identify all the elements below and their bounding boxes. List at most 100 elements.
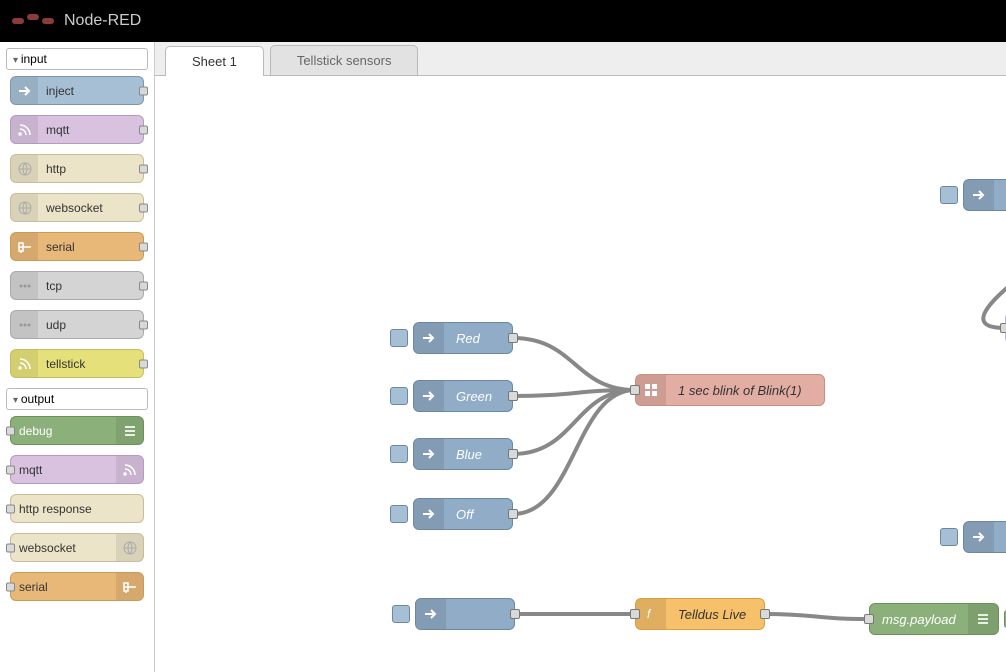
palette-port xyxy=(139,164,148,173)
palette-label: http xyxy=(38,162,143,176)
input-port[interactable] xyxy=(864,614,874,624)
node-label: Blue xyxy=(444,447,512,462)
node-inject-changeip[interactable]: Change IP address xyxy=(963,521,1006,553)
wires-layer xyxy=(155,76,1006,672)
palette-label: serial xyxy=(11,580,116,594)
palette-label: http response xyxy=(11,502,143,516)
palette-node-tcp[interactable]: tcp xyxy=(10,271,144,300)
serial-icon xyxy=(11,233,38,260)
arrow-icon xyxy=(416,599,446,629)
arrow-icon xyxy=(414,381,444,411)
input-port[interactable] xyxy=(630,385,640,395)
header-bar: Node-RED xyxy=(0,0,1006,42)
palette-port xyxy=(139,86,148,95)
node-label: Start IP check xyxy=(994,188,1006,203)
node-inject-green[interactable]: Green xyxy=(413,380,513,412)
palette-category-input[interactable]: input xyxy=(6,48,148,70)
palette-port xyxy=(6,426,15,435)
output-port[interactable] xyxy=(510,609,520,619)
node-function-telldus[interactable]: f Telldus Live xyxy=(635,598,765,630)
palette-node-http[interactable]: http xyxy=(10,154,144,183)
palette-category-output[interactable]: output xyxy=(6,388,148,410)
inject-button[interactable] xyxy=(390,445,408,463)
node-label: Telldus Live xyxy=(666,607,764,622)
rss-icon xyxy=(116,456,143,483)
palette-node-mqtt[interactable]: mqtt xyxy=(10,115,144,144)
tab-tellstick-sensors[interactable]: Tellstick sensors xyxy=(270,45,419,75)
palette-port xyxy=(139,242,148,251)
palette-label: inject xyxy=(38,84,143,98)
palette-node-http-response[interactable]: http response xyxy=(10,494,144,523)
palette-node-debug[interactable]: debug xyxy=(10,416,144,445)
palette-port xyxy=(139,359,148,368)
node-inject-blue[interactable]: Blue xyxy=(413,438,513,470)
node-label: Off xyxy=(444,507,512,522)
node-debug[interactable]: msg.payload xyxy=(869,603,999,635)
palette-node-serial[interactable]: serial xyxy=(10,232,144,261)
palette-label: websocket xyxy=(38,201,143,215)
rss-icon xyxy=(11,350,38,377)
palette-label: mqtt xyxy=(38,123,143,137)
globe-icon xyxy=(116,534,143,561)
palette-port xyxy=(139,320,148,329)
palette-label: tcp xyxy=(38,279,143,293)
palette-label: tellstick xyxy=(38,357,143,371)
output-port[interactable] xyxy=(508,391,518,401)
node-blink[interactable]: 1 sec blink of Blink(1) xyxy=(635,374,825,406)
arrow-icon xyxy=(964,180,994,210)
palette-node-serial[interactable]: serial xyxy=(10,572,144,601)
inject-button[interactable] xyxy=(940,186,958,204)
node-label: Green xyxy=(444,389,512,404)
logo-icon xyxy=(12,18,54,24)
tab-sheet-1[interactable]: Sheet 1 xyxy=(165,46,264,76)
arrow-icon xyxy=(964,522,994,552)
palette-node-tellstick[interactable]: tellstick xyxy=(10,349,144,378)
palette-port xyxy=(6,504,15,513)
inject-button[interactable] xyxy=(390,505,408,523)
input-port[interactable] xyxy=(1000,323,1006,333)
bars-icon xyxy=(116,417,143,444)
palette-node-mqtt[interactable]: mqtt xyxy=(10,455,144,484)
output-port[interactable] xyxy=(508,509,518,519)
output-port[interactable] xyxy=(760,609,770,619)
node-inject-red[interactable]: Red xyxy=(413,322,513,354)
input-port[interactable] xyxy=(630,609,640,619)
workspace-tabs: Sheet 1Tellstick sensors xyxy=(155,42,1006,76)
node-label: 1 sec blink of Blink(1) xyxy=(666,383,824,398)
output-port[interactable] xyxy=(508,333,518,343)
serial-icon xyxy=(116,573,143,600)
inject-button[interactable] xyxy=(390,329,408,347)
inject-button[interactable] xyxy=(940,528,958,546)
inject-button[interactable] xyxy=(390,387,408,405)
arrow-icon xyxy=(414,439,444,469)
palette-port xyxy=(6,465,15,474)
palette-node-websocket[interactable]: websocket xyxy=(10,533,144,562)
palette-port xyxy=(139,203,148,212)
palette-label: websocket xyxy=(11,541,116,555)
function-icon: f xyxy=(636,599,666,629)
arrow-icon xyxy=(414,499,444,529)
arrow-icon xyxy=(414,323,444,353)
palette-label: serial xyxy=(38,240,143,254)
app-title: Node-RED xyxy=(64,12,141,30)
node-inject-blank[interactable] xyxy=(415,598,515,630)
palette-port xyxy=(139,281,148,290)
svg-text:f: f xyxy=(647,607,652,621)
palette-port xyxy=(139,125,148,134)
inject-button[interactable] xyxy=(392,605,410,623)
globe-icon xyxy=(11,155,38,182)
palette-node-websocket[interactable]: websocket xyxy=(10,193,144,222)
node-inject-off[interactable]: Off xyxy=(413,498,513,530)
flow-canvas[interactable]: Red Green Blue Off xyxy=(155,76,1006,672)
palette-label: udp xyxy=(38,318,143,332)
palette-label: debug xyxy=(11,424,116,438)
dots-icon xyxy=(11,311,38,338)
palette-port xyxy=(6,543,15,552)
palette-node-udp[interactable]: udp xyxy=(10,310,144,339)
node-label: Red xyxy=(444,331,512,346)
palette-node-inject[interactable]: inject xyxy=(10,76,144,105)
output-port[interactable] xyxy=(508,449,518,459)
node-label: msg.payload xyxy=(870,612,968,627)
palette-port xyxy=(6,582,15,591)
node-inject-startip[interactable]: Start IP check xyxy=(963,179,1006,211)
